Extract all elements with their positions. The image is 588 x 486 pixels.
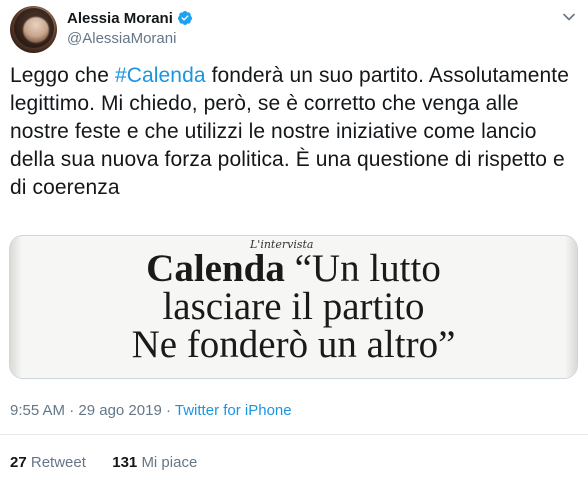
- likes-stat[interactable]: 131 Mi piace: [112, 454, 197, 471]
- author-name[interactable]: Alessia Morani: [67, 10, 173, 27]
- avatar[interactable]: [10, 6, 57, 53]
- headline-line-2: lasciare il partito: [162, 285, 425, 328]
- hashtag-link[interactable]: #Calenda: [115, 64, 206, 87]
- tweet-stats: 27 Retweet 131 Mi piace: [10, 454, 197, 471]
- tweet-text: Leggo che #Calenda fonderà un suo partit…: [10, 62, 578, 202]
- tweet-media-image[interactable]: L'intervista Calenda “Un lutto lasciare …: [9, 235, 578, 379]
- likes-count: 131: [112, 454, 138, 471]
- retweets-label: Retweet: [30, 454, 86, 471]
- retweets-count: 27: [10, 454, 27, 471]
- meta-separator-2: ·: [165, 402, 171, 419]
- author-handle[interactable]: @AlessiaMorani: [67, 30, 193, 47]
- retweets-stat[interactable]: 27 Retweet: [10, 454, 86, 471]
- headline-line-3: Ne fonderò un altro”: [131, 323, 456, 366]
- tweet-text-start: Leggo che: [10, 64, 115, 87]
- likes-label: Mi piace: [141, 454, 198, 471]
- headline-line-1: Calenda “Un lutto: [10, 247, 577, 290]
- verified-badge-icon: [177, 11, 192, 25]
- avatar-photo: [14, 8, 54, 48]
- meta-separator: ·: [69, 402, 75, 419]
- tweet-time[interactable]: 9:55 AM: [10, 402, 65, 419]
- tweet-card: Alessia Morani @AlessiaMorani Leggo che …: [0, 0, 588, 486]
- tweet-meta: 9:55 AM · 29 ago 2019 · Twitter for iPho…: [10, 402, 292, 419]
- author-name-row: Alessia Morani: [67, 8, 193, 28]
- tweet-date[interactable]: 29 ago 2019: [78, 402, 161, 419]
- newspaper-headline: Calenda “Un lutto lasciare il partito Ne…: [10, 247, 577, 366]
- headline-line-1-rest: “Un lutto: [284, 247, 441, 290]
- chevron-down-icon[interactable]: [562, 10, 576, 24]
- tweet-source-link[interactable]: Twitter for iPhone: [175, 402, 292, 419]
- headline-bold: Calenda: [146, 247, 285, 290]
- author-block: Alessia Morani @AlessiaMorani: [67, 8, 193, 47]
- divider: [0, 434, 588, 435]
